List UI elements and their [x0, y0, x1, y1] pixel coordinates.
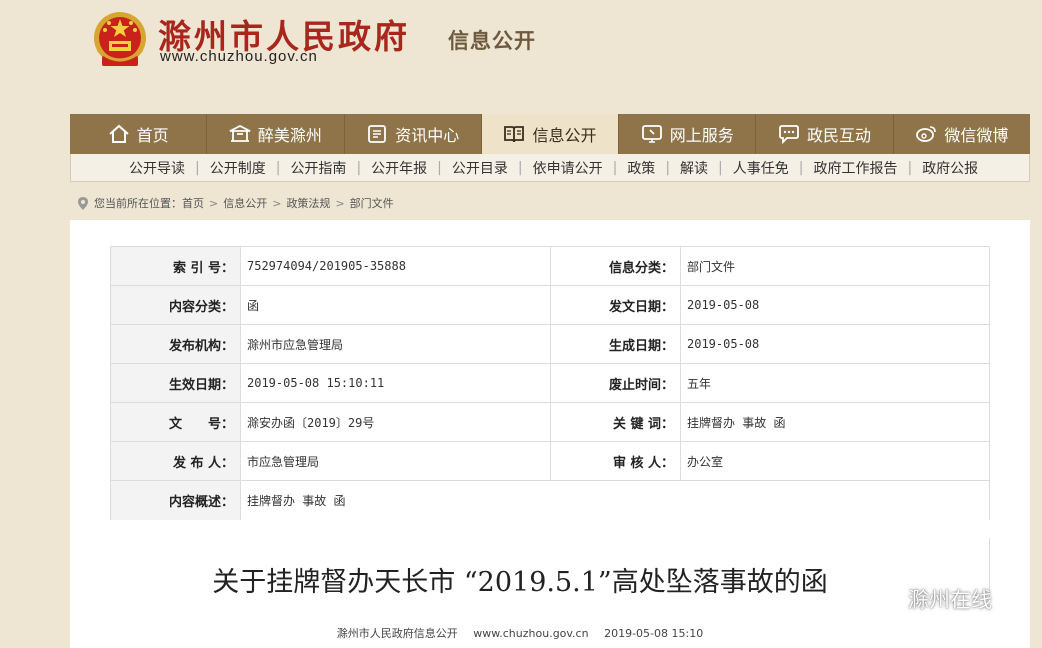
breadcrumb-prefix: 您当前所在位置：: [94, 197, 182, 210]
subnav-item[interactable]: 政策: [617, 158, 665, 178]
meta-value: 挂牌督办 事故 函: [240, 480, 990, 520]
site-subtitle: 信息公开: [448, 28, 536, 53]
meta-label: 关 键 词：: [550, 402, 681, 442]
subnav-item[interactable]: 政府工作报告: [803, 158, 907, 178]
meta-value: 五年: [680, 363, 990, 403]
table-row: 内容概述： 挂牌督办 事故 函: [110, 480, 990, 520]
site-header: 滁州市人民政府 信息公开 www.chuzhou.gov.cn: [0, 0, 1042, 112]
document-title: 关于挂牌督办天长市 “2019.5.1”高处坠落事故的函: [212, 567, 828, 598]
pavilion-icon: [229, 124, 251, 142]
meta-label: 生成日期：: [550, 324, 681, 364]
table-row: 发布机构： 滁州市应急管理局 生成日期： 2019-05-08: [110, 324, 990, 364]
meta-label: 文 号：: [110, 402, 241, 442]
subnav-item[interactable]: 人事任免: [723, 158, 799, 178]
meta-label: 内容分类：: [110, 285, 241, 325]
metadata-table: 索 引 号： 752974094/201905-35888 信息分类： 部门文件…: [110, 246, 990, 520]
meta-value: 滁安办函〔2019〕29号: [240, 402, 551, 442]
main-nav: 首页 醉美滁州 资讯中心 信息公开 网上服务 政民互动 微信微博: [70, 114, 1030, 154]
meta-label: 发文日期：: [550, 285, 681, 325]
meta-value: 部门文件: [680, 246, 990, 286]
meta-value: 市应急管理局: [240, 441, 551, 481]
breadcrumb-item[interactable]: 政策法规: [286, 195, 330, 211]
table-row: 发 布 人： 市应急管理局 审 核 人： 办公室: [110, 441, 990, 481]
location-pin-icon: [78, 196, 88, 210]
breadcrumb-item[interactable]: 信息公开: [223, 195, 267, 211]
nav-item-news[interactable]: 资讯中心: [345, 114, 482, 154]
chevron-right-icon: >: [209, 196, 219, 210]
breadcrumb-item[interactable]: 首页: [182, 195, 204, 211]
meta-label: 发布机构：: [110, 324, 241, 364]
meta-value: 2019-05-08: [680, 285, 990, 325]
subnav-item[interactable]: 公开年报: [361, 158, 437, 178]
nav-item-home[interactable]: 首页: [70, 114, 208, 154]
book-icon: [504, 126, 525, 143]
nav-item-wechat-weibo[interactable]: 微信微博: [894, 114, 1030, 154]
nav-item-label: 醉美滁州: [257, 126, 322, 145]
table-row: 生效日期： 2019-05-08 15:10:11 废止时间： 五年: [110, 363, 990, 403]
chevron-right-icon: >: [272, 196, 282, 210]
document-source-line: 滁州市人民政府信息公开 www.chuzhou.gov.cn 2019-05-0…: [70, 625, 970, 641]
watermark: 滁州在线: [870, 584, 992, 614]
nav-item-label: 资讯中心: [395, 126, 460, 145]
wechat-icon: [871, 586, 902, 611]
table-row: 索 引 号： 752974094/201905-35888 信息分类： 部门文件: [110, 246, 990, 286]
meta-label: 发 布 人：: [110, 441, 241, 481]
monitor-icon: [641, 125, 662, 143]
subnav-item[interactable]: 公开导读: [119, 158, 195, 178]
meta-label: 生效日期：: [110, 363, 241, 403]
nav-item-label: 首页: [136, 126, 169, 145]
document-source: 滁州市人民政府信息公开: [336, 627, 458, 640]
nav-item-label: 网上服务: [669, 126, 734, 145]
document-site[interactable]: www.chuzhou.gov.cn: [473, 627, 588, 640]
nav-item-label: 信息公开: [532, 126, 597, 145]
chat-icon: [779, 125, 799, 144]
nav-item-label: 微信微博: [944, 126, 1009, 145]
sub-nav: 公开导读 | 公开制度 | 公开指南 | 公开年报 | 公开目录 | 依申请公开 | 政策 |…: [70, 154, 1030, 182]
nav-item-online-service[interactable]: 网上服务: [619, 114, 757, 154]
subnav-item[interactable]: 公开目录: [442, 158, 518, 178]
meta-label: 内容概述：: [110, 480, 241, 520]
breadcrumb: 您当前所在位置： 首页 > 信息公开 > 政策法规 > 部门文件: [78, 195, 394, 211]
nav-item-interaction[interactable]: 政民互动: [756, 114, 894, 154]
meta-value: 挂牌督办 事故 函: [680, 402, 990, 442]
weibo-icon: [916, 126, 937, 142]
chevron-right-icon: >: [335, 196, 345, 210]
subnav-item[interactable]: 公开制度: [200, 158, 276, 178]
subnav-item[interactable]: 解读: [670, 158, 718, 178]
meta-label: 废止时间：: [550, 363, 681, 403]
watermark-text: 滁州在线: [908, 588, 992, 612]
meta-value: 752974094/201905-35888: [240, 246, 551, 286]
subnav-item[interactable]: 依申请公开: [523, 158, 613, 178]
breadcrumb-item[interactable]: 部门文件: [350, 195, 394, 211]
table-row: 文 号： 滁安办函〔2019〕29号 关 键 词： 挂牌督办 事故 函: [110, 402, 990, 442]
national-emblem-icon: [94, 12, 146, 66]
nav-item-label: 政民互动: [807, 126, 872, 145]
site-url[interactable]: www.chuzhou.gov.cn: [160, 48, 318, 65]
table-row: 内容分类： 函 发文日期： 2019-05-08: [110, 285, 990, 325]
nav-item-scenic[interactable]: 醉美滁州: [207, 114, 345, 154]
subnav-item[interactable]: 公开指南: [280, 158, 356, 178]
meta-value: 2019-05-08 15:10:11: [240, 363, 551, 403]
nav-item-info-disclosure[interactable]: 信息公开: [481, 114, 620, 154]
document-date: 2019-05-08 15:10: [604, 627, 704, 640]
home-icon: [108, 124, 129, 143]
meta-value: 办公室: [680, 441, 990, 481]
meta-label: 索 引 号：: [110, 246, 241, 286]
subnav-item[interactable]: 政府公报: [912, 158, 988, 178]
meta-label: 信息分类：: [550, 246, 681, 286]
meta-value: 2019-05-08: [680, 324, 990, 364]
meta-value: 函: [240, 285, 551, 325]
news-icon: [368, 125, 387, 143]
meta-label: 审 核 人：: [550, 441, 681, 481]
meta-value: 滁州市应急管理局: [240, 324, 551, 364]
